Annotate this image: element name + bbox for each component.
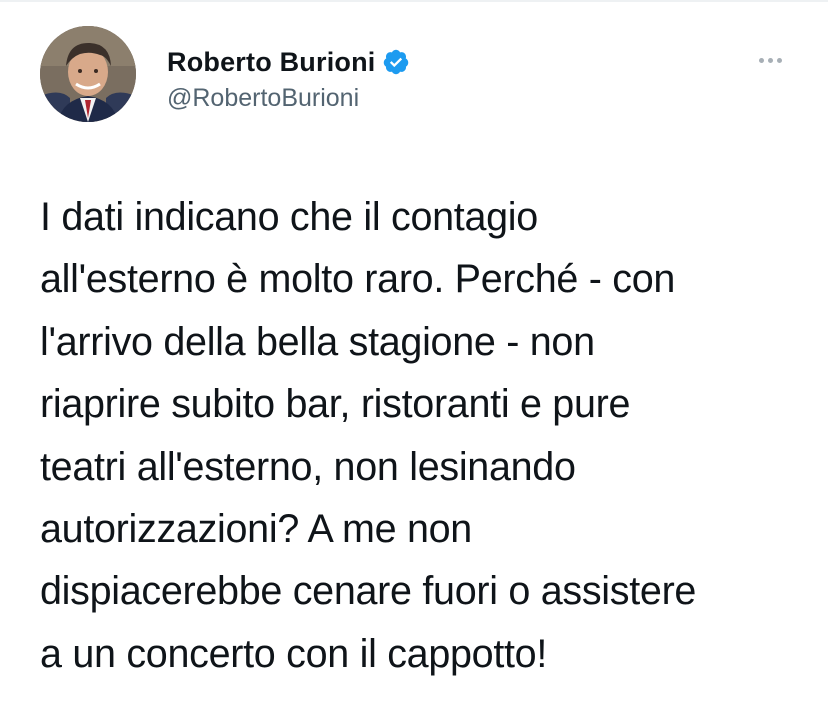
author-name-row[interactable]: Roberto Burioni — [167, 44, 410, 80]
avatar[interactable] — [40, 26, 136, 122]
author-handle[interactable]: @RobertoBurioni — [167, 84, 359, 113]
more-dot — [776, 57, 782, 63]
tweet-text: I dati indicano che il contagio all'este… — [40, 195, 697, 676]
top-divider — [0, 0, 828, 2]
author-name[interactable]: Roberto Burioni — [167, 47, 375, 78]
profile-photo-icon — [40, 26, 136, 122]
more-dot — [767, 57, 773, 63]
verified-badge-icon — [382, 48, 410, 76]
more-horizontal-icon[interactable] — [752, 50, 788, 70]
more-dot — [758, 57, 764, 63]
